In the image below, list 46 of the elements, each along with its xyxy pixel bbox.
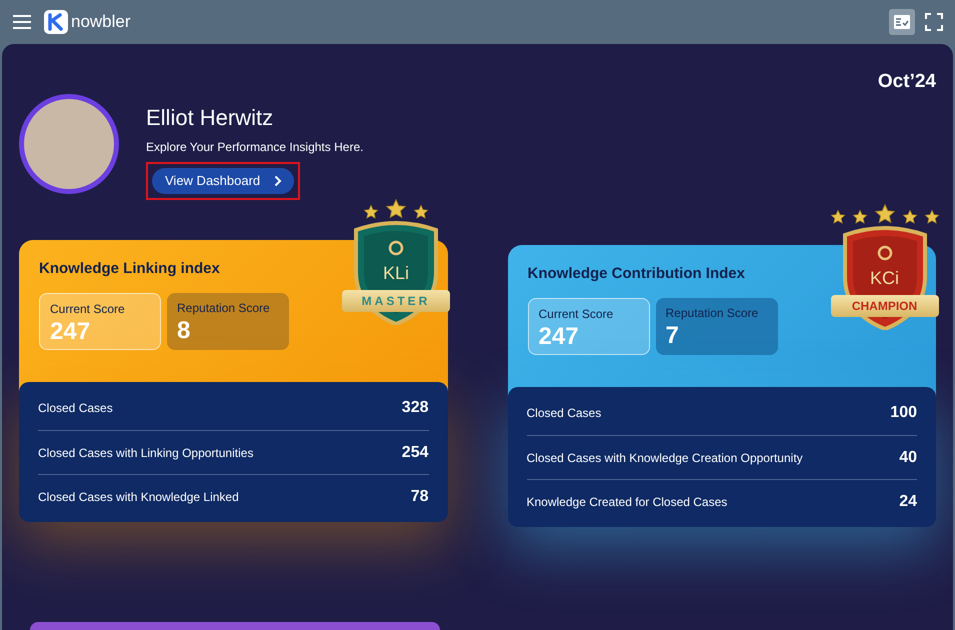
star-icon [852, 209, 868, 225]
star-icon [874, 203, 896, 225]
star-icon [385, 198, 407, 220]
view-dashboard-button[interactable]: View Dashboard [152, 168, 294, 194]
stat-label: Closed Cases [526, 405, 602, 422]
badge-code: KLi [382, 262, 410, 285]
brand-name: nowbler [71, 11, 131, 34]
score-value: 7 [666, 322, 680, 350]
stat-label: Closed Cases with Knowledge Linked [38, 488, 239, 506]
card-title: Knowledge Linking index [39, 259, 220, 279]
logo-icon [44, 10, 68, 34]
emblem-icon [386, 238, 406, 258]
score-label: Current Score [538, 306, 614, 322]
checklist-button[interactable] [889, 9, 915, 35]
score-label: Reputation Score [177, 300, 271, 316]
stat-label: Closed Cases with Linking Opportunities [38, 444, 254, 462]
checklist-icon [894, 15, 910, 29]
badge-ribbon-text: MASTER [362, 293, 430, 310]
user-name: Elliot Herwitz [146, 104, 274, 132]
card-title: Knowledge Contribution Index [528, 264, 745, 284]
stat-label: Knowledge Created for Closed Cases [526, 494, 728, 510]
subtitle: Explore Your Performance Insights Here. [146, 139, 364, 156]
star-icon [413, 204, 429, 220]
stat-value: 40 [899, 448, 917, 468]
score-label: Reputation Score [666, 304, 760, 322]
chevron-right-icon [274, 175, 282, 187]
star-icon [902, 209, 918, 225]
stat-label: Closed Cases with Knowledge Creation Opportunity [526, 450, 803, 466]
star-icon [924, 209, 940, 225]
score-value: 247 [538, 322, 580, 350]
stat-label: Closed Cases [38, 400, 113, 417]
star-icon [363, 204, 379, 220]
period-label: Oct’24 [878, 70, 936, 94]
menu-icon[interactable] [12, 14, 32, 30]
score-label: Current Score [50, 300, 126, 318]
badge-ribbon-text: CHAMPION [852, 298, 918, 315]
stat-value: 78 [410, 486, 428, 506]
badge-code: KCi [868, 267, 900, 290]
score-value: 247 [50, 318, 92, 346]
stat-value: 100 [890, 403, 917, 423]
star-icon [830, 209, 846, 225]
fullscreen-icon[interactable] [925, 13, 943, 31]
stat-value: 24 [899, 492, 917, 512]
stat-value: 254 [402, 442, 428, 462]
stat-value: 328 [402, 398, 428, 418]
score-value: 8 [177, 316, 192, 344]
